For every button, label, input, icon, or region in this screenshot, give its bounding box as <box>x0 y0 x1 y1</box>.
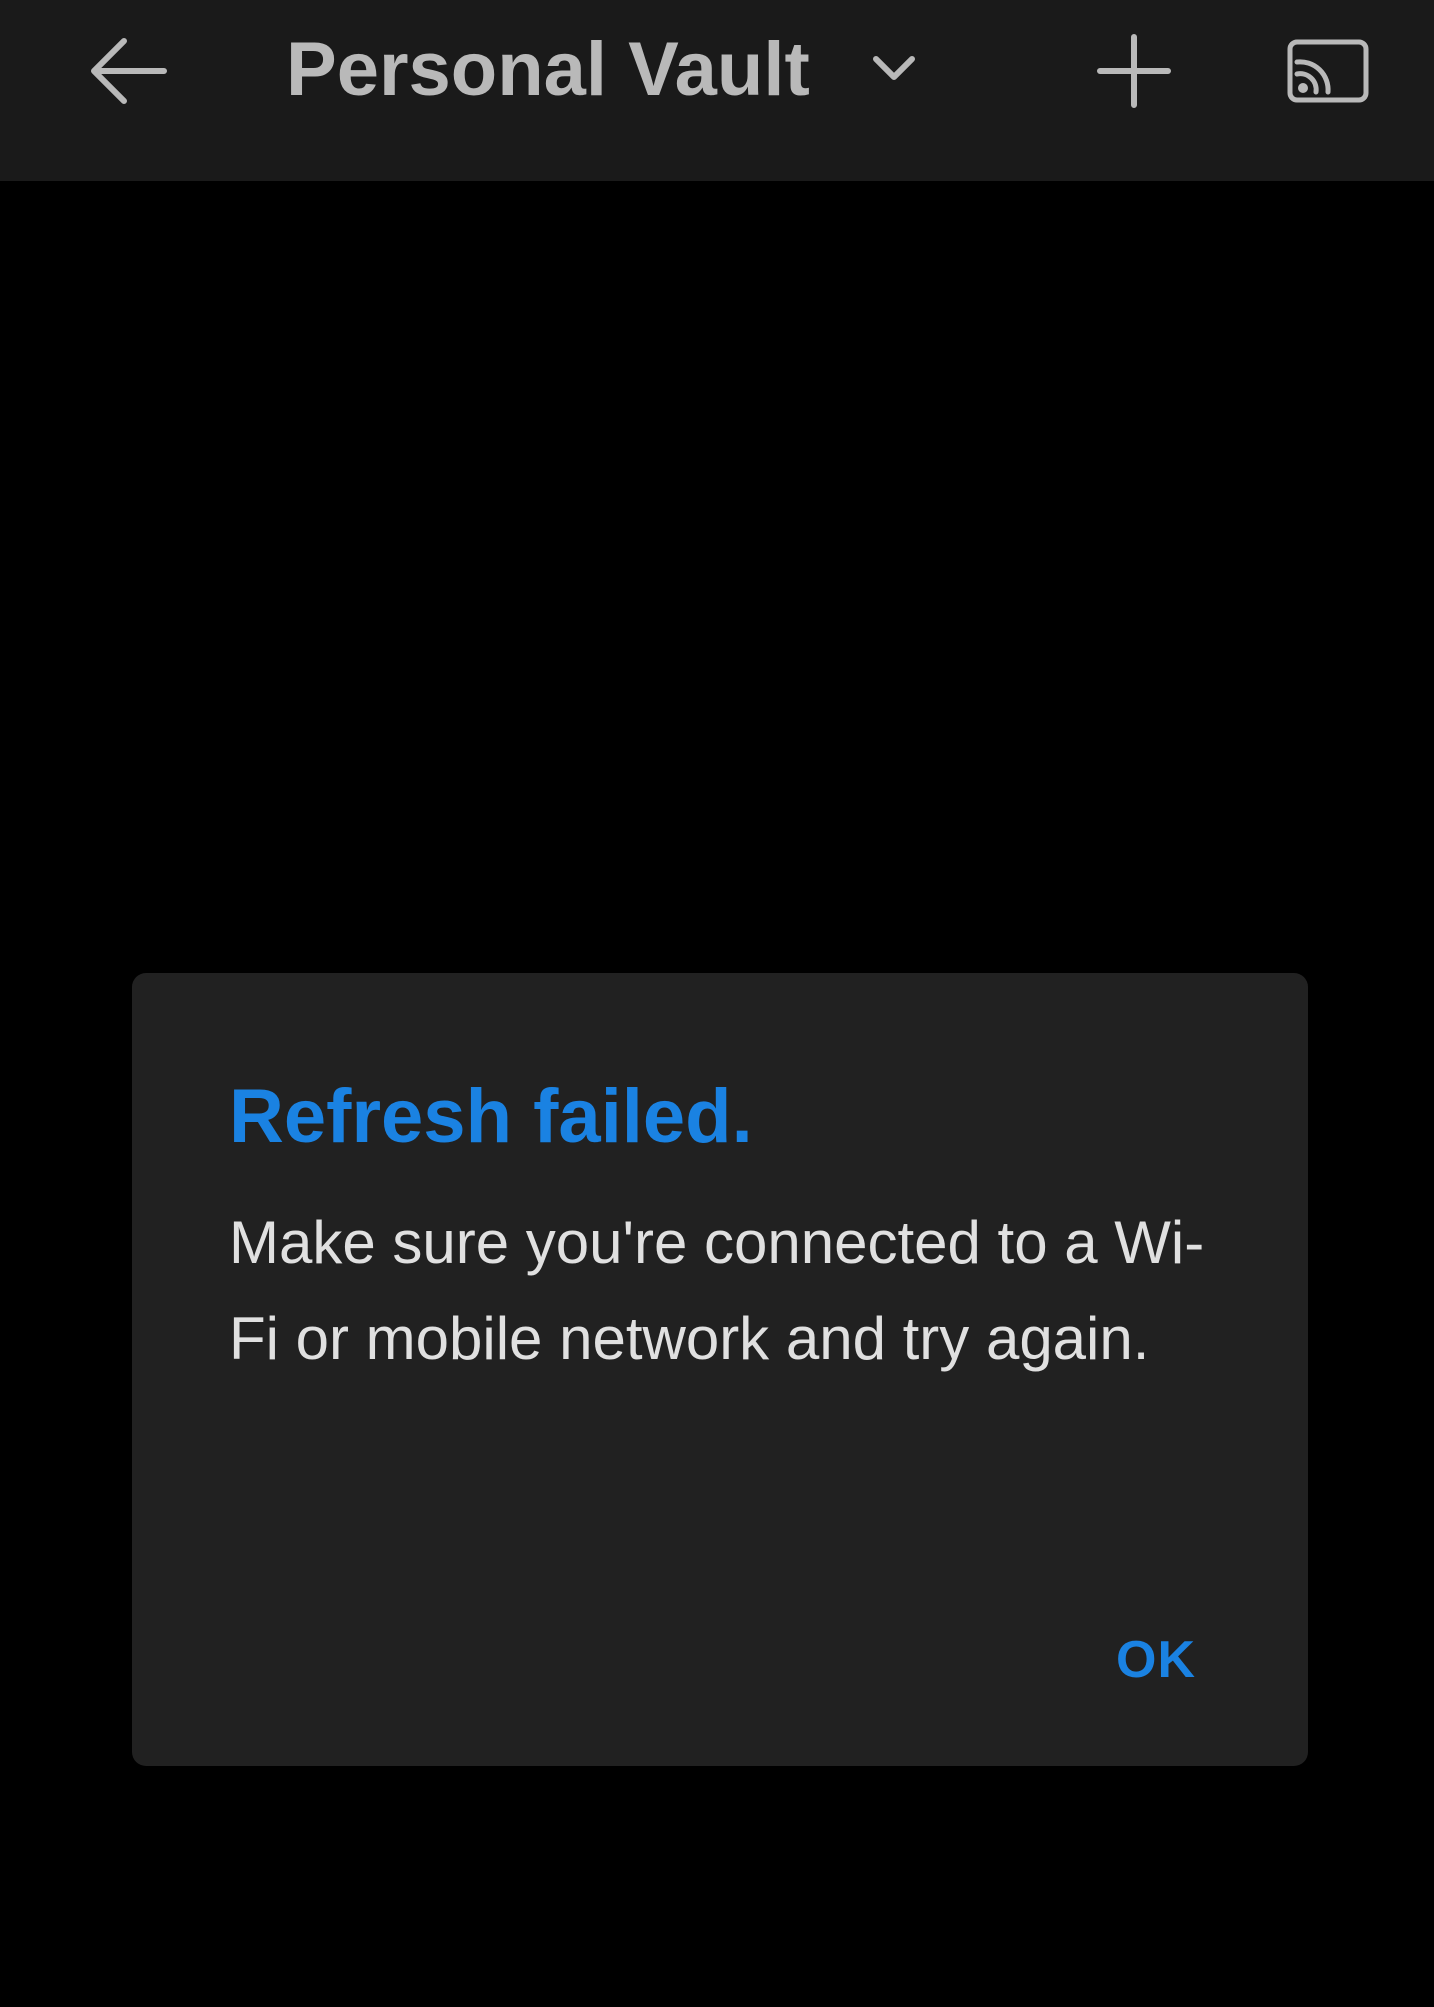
add-button[interactable] <box>1080 18 1188 123</box>
dialog-message: Make sure you're connected to a Wi-Fi or… <box>229 1209 1205 1372</box>
plus-icon <box>1097 33 1171 108</box>
chevron-down-icon <box>872 55 916 83</box>
arrow-left-icon <box>90 37 167 104</box>
cast-button[interactable] <box>1272 18 1384 123</box>
page-title: Personal Vault <box>286 26 810 112</box>
vault-selector[interactable]: Personal Vault <box>286 14 916 124</box>
cast-icon <box>1287 39 1369 102</box>
back-button[interactable] <box>70 18 185 123</box>
ok-button[interactable]: OK <box>1116 1630 1196 1690</box>
error-dialog: Refresh failed. Make sure you're connect… <box>132 973 1308 1766</box>
app-bar: Personal Vault <box>0 0 1434 181</box>
dialog-title: Refresh failed. <box>229 1074 753 1159</box>
screen: Personal Vault Refresh failed. Make sure <box>0 0 1434 2007</box>
